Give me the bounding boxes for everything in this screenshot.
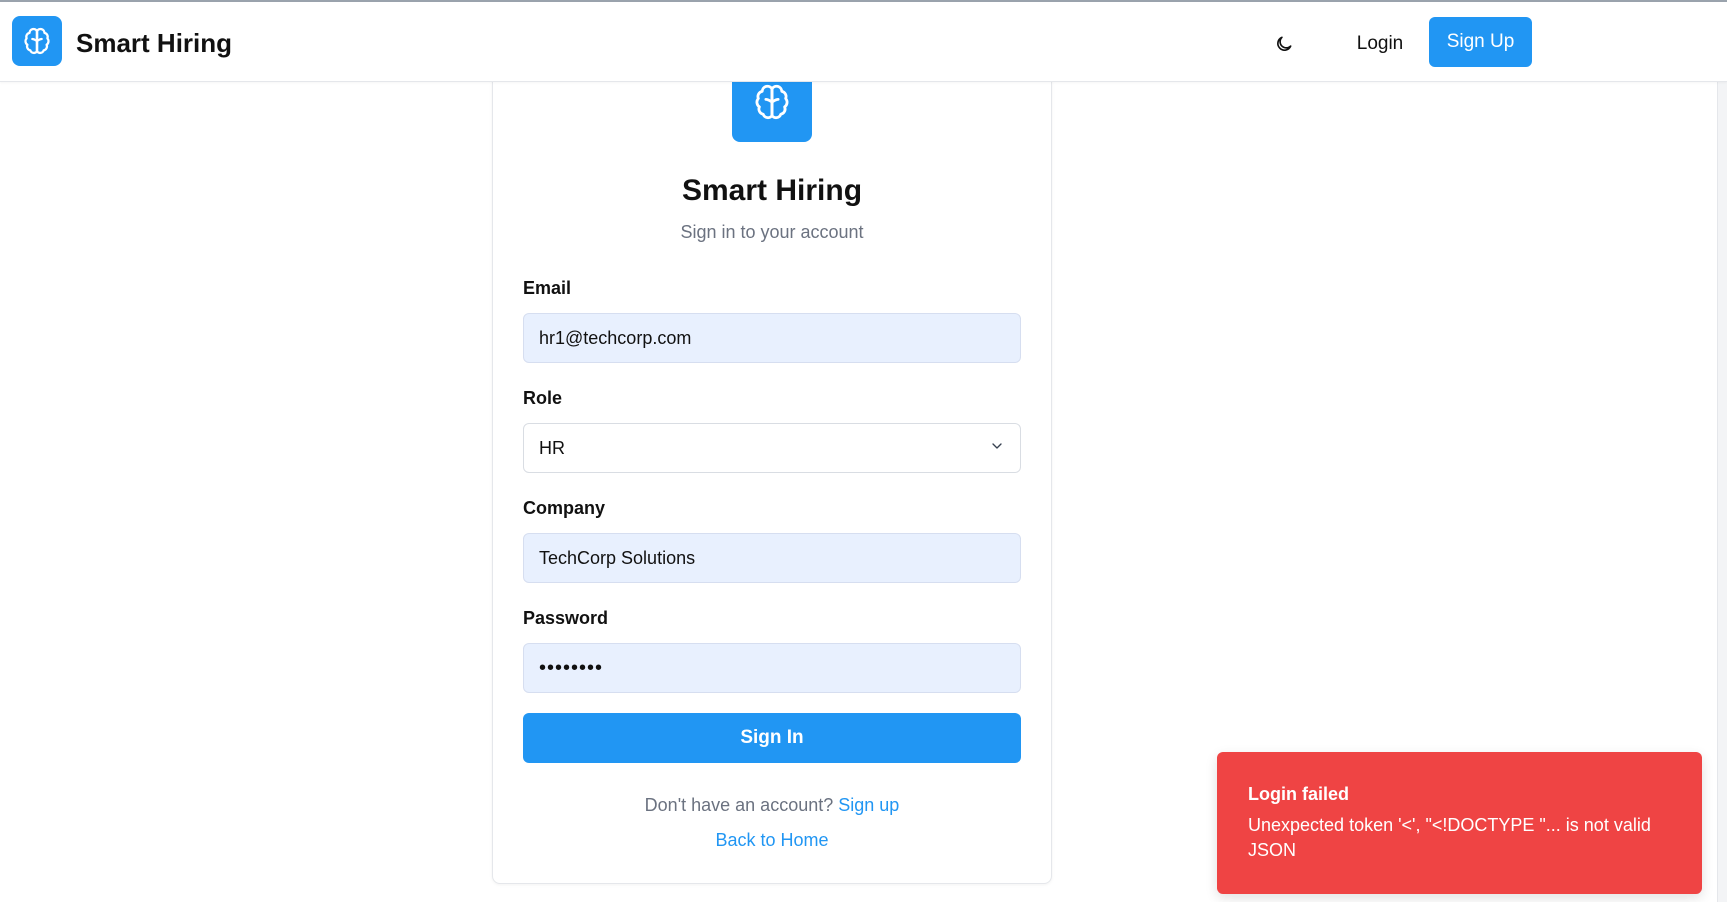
chevron-down-icon [989,438,1005,459]
error-toast[interactable]: Login failed Unexpected token '<', "<!DO… [1217,752,1702,894]
toast-title: Login failed [1248,784,1349,804]
email-value: hr1@techcorp.com [539,327,692,348]
nav-signup-button[interactable]: Sign Up [1429,17,1532,67]
company-label: Company [523,498,606,518]
sign-up-link[interactable]: Sign up [838,795,899,815]
email-label: Email [523,278,572,298]
card-subtitle: Sign in to your account [680,222,864,242]
nav-login-button[interactable]: Login [1340,22,1420,66]
sign-in-button[interactable]: Sign In [523,713,1021,763]
brain-icon[interactable] [12,16,62,66]
company-field[interactable]: TechCorp Solutions [523,533,1021,583]
role-value: HR [539,437,565,458]
password-value: •••••••• [539,656,604,679]
company-value: TechCorp Solutions [539,547,696,568]
top-navbar: Smart Hiring Login Sign Up [0,2,1727,82]
back-to-home-link[interactable]: Back to Home [715,830,828,850]
role-label: Role [523,388,563,408]
email-field[interactable]: hr1@techcorp.com [523,313,1021,363]
password-field[interactable]: •••••••• [523,643,1021,693]
back-home-container: Back to Home [492,830,1052,851]
role-select[interactable]: HR [523,423,1021,473]
moon-icon[interactable] [1270,30,1298,58]
brand-title[interactable]: Smart Hiring [76,28,232,59]
password-label: Password [523,608,609,628]
toast-message: Unexpected token '<', "<!DOCTYPE "... is… [1248,815,1651,860]
card-title: Smart Hiring [681,174,863,207]
no-account-text: Don't have an account? [644,795,834,815]
page-scrollbar[interactable] [1717,2,1727,902]
signup-prompt: Don't have an account? Sign up [492,795,1052,816]
